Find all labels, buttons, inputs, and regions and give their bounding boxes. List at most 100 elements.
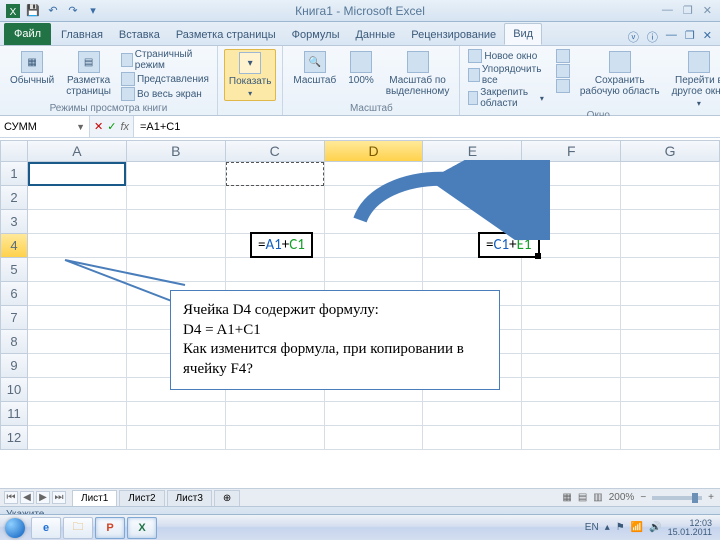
cell[interactable] [28,162,127,186]
taskbar-ie[interactable]: e [31,517,61,539]
view-layout-icon[interactable]: ▤ [578,492,587,503]
row-header-10[interactable]: 10 [0,378,28,402]
fx-icon[interactable]: fx [120,121,129,133]
show-button[interactable]: ▾Показать▾ [224,49,277,101]
file-tab[interactable]: Файл [4,23,51,45]
inner-close-icon[interactable]: ✕ [703,29,712,45]
zoom-in-icon[interactable]: + [708,492,714,503]
cell[interactable] [621,258,720,282]
col-header-f[interactable]: F [522,140,621,162]
taskbar-excel[interactable]: X [127,517,157,539]
row-header-12[interactable]: 12 [0,426,28,450]
sheet-tab-3[interactable]: Лист3 [167,490,212,506]
cell[interactable] [621,210,720,234]
tab-view[interactable]: Вид [504,23,542,45]
cell[interactable] [621,234,720,258]
minimize-button[interactable]: — [662,4,673,17]
cell[interactable] [226,402,325,426]
sheet-nav-first-icon[interactable]: ⏮ [4,491,18,504]
cell[interactable] [127,426,226,450]
cell[interactable] [621,306,720,330]
sheet-nav-next-icon[interactable]: ▶ [36,491,50,504]
row-header-8[interactable]: 8 [0,330,28,354]
split-button[interactable] [554,49,572,63]
cell[interactable] [325,258,424,282]
tray-up-icon[interactable]: ▴ [605,522,610,533]
cell[interactable] [127,162,226,186]
name-box[interactable]: СУММ ▼ [0,116,90,137]
cell[interactable] [423,258,522,282]
cell[interactable] [522,258,621,282]
row-header-6[interactable]: 6 [0,282,28,306]
cell[interactable] [325,426,424,450]
cell[interactable] [226,186,325,210]
formula-input[interactable]: =A1+C1 [134,116,720,137]
arrange-all-button[interactable]: Упорядочить все [466,64,546,86]
new-sheet-button[interactable]: ⊕ [214,490,240,506]
tab-formulas[interactable]: Формулы [284,25,348,45]
sheet-tab-1[interactable]: Лист1 [72,490,117,506]
cell[interactable] [226,162,325,186]
zoom-slider[interactable] [652,496,702,500]
cell[interactable] [28,186,127,210]
zoom-100-button[interactable]: 100% [344,49,378,88]
cell[interactable] [621,402,720,426]
minimize-ribbon-icon[interactable]: ⓥ [628,29,639,45]
col-header-d[interactable]: D [325,140,424,162]
zoom-out-icon[interactable]: − [640,492,646,503]
tab-data[interactable]: Данные [347,25,403,45]
cell[interactable] [226,426,325,450]
sheet-tab-2[interactable]: Лист2 [119,490,164,506]
row-header-11[interactable]: 11 [0,402,28,426]
cell[interactable] [522,378,621,402]
cell[interactable] [522,306,621,330]
save-icon[interactable]: 💾 [24,3,42,19]
tab-page-layout[interactable]: Разметка страницы [168,25,284,45]
inner-min-icon[interactable]: — [666,29,677,45]
row-header-4[interactable]: 4 [0,234,28,258]
cell[interactable] [325,402,424,426]
cell[interactable] [127,402,226,426]
cell[interactable] [28,354,127,378]
zoom-selection-button[interactable]: Масштаб по выделенному [382,49,454,99]
taskbar-powerpoint[interactable]: P [95,517,125,539]
redo-icon[interactable]: ↷ [64,3,82,19]
close-button[interactable]: ✕ [703,4,712,17]
col-header-g[interactable]: G [621,140,720,162]
fullscreen-button[interactable]: Во весь экран [119,87,211,101]
view-pagebreak-icon[interactable]: ▥ [593,492,602,503]
cell[interactable] [226,210,325,234]
qat-dropdown-icon[interactable]: ▾ [84,3,102,19]
tab-review[interactable]: Рецензирование [403,25,504,45]
col-header-c[interactable]: C [226,140,325,162]
cell[interactable] [522,354,621,378]
custom-views-button[interactable]: Представления [119,72,211,86]
row-header-9[interactable]: 9 [0,354,28,378]
language-indicator[interactable]: EN [585,522,599,533]
cell[interactable] [621,282,720,306]
cell[interactable] [423,402,522,426]
volume-icon[interactable]: 🔊 [649,522,661,533]
col-header-a[interactable]: A [28,140,127,162]
network-icon[interactable]: 📶 [631,522,643,533]
restore-button[interactable]: ❐ [683,4,693,17]
cancel-formula-icon[interactable]: ✕ [94,120,103,133]
row-header-7[interactable]: 7 [0,306,28,330]
sheet-nav-last-icon[interactable]: ⏭ [52,491,66,504]
col-header-e[interactable]: E [423,140,522,162]
cell[interactable] [621,426,720,450]
cell[interactable] [28,330,127,354]
cell[interactable] [127,210,226,234]
cell[interactable] [621,162,720,186]
cell[interactable] [226,258,325,282]
name-box-dropdown-icon[interactable]: ▼ [76,122,85,132]
row-header-5[interactable]: 5 [0,258,28,282]
enter-formula-icon[interactable]: ✓ [107,120,116,133]
row-header-1[interactable]: 1 [0,162,28,186]
normal-view-button[interactable]: ▦Обычный [6,49,58,88]
cell[interactable] [28,402,127,426]
inner-restore-icon[interactable]: ❐ [685,29,695,45]
col-header-b[interactable]: B [127,140,226,162]
cell[interactable] [522,402,621,426]
unhide-button[interactable] [554,79,572,93]
